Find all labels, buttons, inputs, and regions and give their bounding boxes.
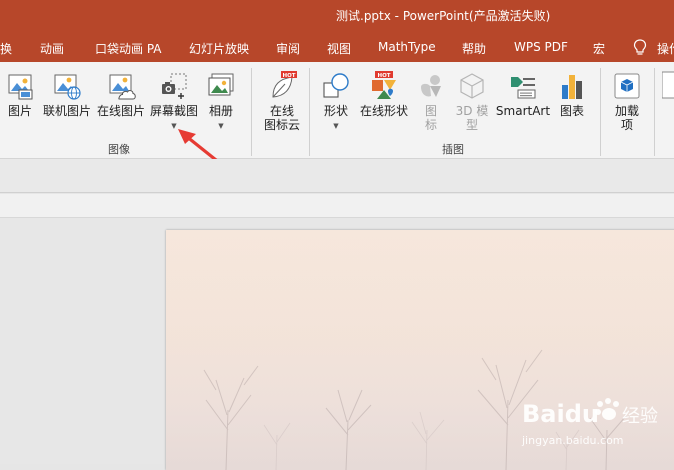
tab-slideshow[interactable]: 幻灯片放映 — [189, 40, 249, 57]
photo-album-label: 相册 — [208, 104, 233, 118]
smartart-label: SmartArt — [495, 104, 551, 118]
online-picture-icon — [54, 74, 81, 100]
title-bar: 测试.pptx - PowerPoint(产品激活失败) — [0, 0, 674, 33]
tab-mathtype[interactable]: MathType — [378, 40, 436, 54]
online-icons-button[interactable]: HOT 在线 图标云 — [256, 62, 308, 140]
picture-button[interactable]: 图片 — [2, 62, 38, 140]
ribbon-panel: 图片 联机图片 在线图片 屏幕截图 ▼ 相册 ▼ 图像 HOT 在线 图标云 形… — [0, 62, 674, 170]
chart-icon — [562, 75, 582, 99]
tab-view[interactable]: 视图 — [327, 40, 351, 57]
window-title: 测试.pptx - PowerPoint(产品激活失败) — [336, 9, 551, 23]
tab-help[interactable]: 帮助 — [462, 40, 486, 57]
icons-button[interactable]: 图 标 — [413, 62, 449, 140]
addins-icon — [614, 73, 640, 99]
tab-animations[interactable]: 动画 — [40, 40, 64, 57]
screenshot-label: 屏幕截图 — [149, 104, 198, 118]
addins-label-line1: 加载 — [614, 104, 639, 118]
3d-model-label-line1: 3D 模 — [455, 104, 489, 118]
3d-model-icon — [460, 73, 484, 99]
watermark-url: jingyan.baidu.com — [521, 434, 624, 447]
online-shapes-icon: HOT — [372, 71, 396, 99]
tab-tell-me[interactable]: 操作 — [657, 40, 674, 57]
tab-macro[interactable]: 宏 — [593, 40, 605, 57]
hot-badge: HOT — [377, 73, 390, 79]
cut-off-button-icon[interactable] — [662, 70, 674, 102]
chart-label: 图表 — [559, 104, 584, 118]
cloud-picture-button[interactable]: 在线图片 — [95, 62, 147, 140]
ribbon-tab-bar: 换 动画 口袋动画 PA 幻灯片放映 审阅 视图 MathType 帮助 WPS… — [0, 33, 674, 62]
addins-label-line2: 项 — [620, 118, 633, 132]
shapes-label: 形状 — [323, 104, 348, 118]
online-picture-label: 联机图片 — [42, 104, 91, 118]
online-shapes-button[interactable]: HOT 在线形状 — [358, 62, 410, 140]
leaf-icon: HOT — [272, 71, 297, 98]
watermark-brand-suffix: 经验 — [622, 406, 658, 427]
lightbulb-icon[interactable] — [632, 39, 648, 57]
tab-review[interactable]: 审阅 — [276, 40, 300, 57]
group-divider — [251, 68, 252, 156]
icons-label-line1: 图 — [424, 104, 437, 118]
tab-transitions[interactable]: 换 — [0, 40, 12, 57]
shapes-dropdown-icon[interactable]: ▼ — [333, 122, 338, 130]
cloud-picture-label: 在线图片 — [96, 104, 145, 118]
icons-icon — [421, 75, 441, 97]
addins-button[interactable]: 加载 项 — [606, 62, 648, 140]
3d-model-button[interactable]: 3D 模 型 — [452, 62, 492, 140]
online-shapes-label: 在线形状 — [359, 104, 408, 118]
group-divider — [654, 68, 655, 156]
hot-badge: HOT — [282, 73, 295, 79]
shapes-icon — [323, 73, 349, 98]
group-divider — [600, 68, 601, 156]
ruler-strip — [0, 194, 674, 218]
tab-wps-pdf[interactable]: WPS PDF — [514, 40, 568, 54]
picture-icon — [8, 74, 33, 100]
online-icons-label-line2: 图标云 — [263, 118, 300, 132]
cloud-picture-icon — [109, 74, 136, 100]
watermark-brand: Baidu — [522, 400, 599, 428]
tab-pocket-animation[interactable]: 口袋动画 PA — [95, 40, 162, 57]
chart-button[interactable]: 图表 — [554, 62, 590, 140]
picture-label: 图片 — [7, 104, 32, 118]
baidu-watermark-logo: Baidu 经验 jingyan.baidu.com — [521, 398, 658, 447]
online-picture-button[interactable]: 联机图片 — [40, 62, 94, 140]
illustrations-group-label: 插图 — [442, 143, 464, 156]
shapes-button[interactable]: 形状 ▼ — [318, 62, 354, 140]
3d-model-label-line2: 型 — [465, 118, 478, 132]
online-icons-label-line1: 在线 — [269, 104, 294, 118]
screenshot-icon — [162, 73, 187, 99]
icons-label-line2: 标 — [424, 118, 437, 132]
smartart-icon — [511, 77, 536, 99]
photo-album-icon — [208, 73, 234, 96]
images-group-label: 图像 — [108, 143, 130, 156]
smartart-button[interactable]: SmartArt — [494, 62, 552, 140]
quick-access-strip — [0, 159, 674, 193]
group-divider — [309, 68, 310, 156]
